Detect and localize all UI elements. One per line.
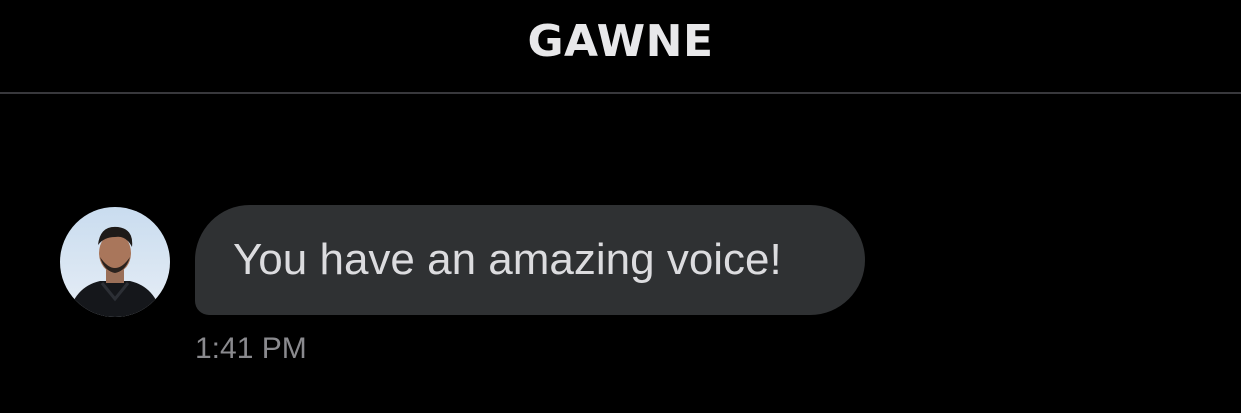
conversation-header: GAWNE — [0, 0, 1241, 94]
avatar[interactable] — [60, 207, 170, 317]
message-timestamp: 1:41 PM — [195, 332, 307, 365]
conversation-title[interactable]: GAWNE — [0, 14, 1241, 70]
message-bubble[interactable]: You have an amazing voice! — [195, 205, 865, 315]
profile-photo-icon — [60, 207, 170, 317]
message-text: You have an amazing voice! — [233, 235, 782, 284]
